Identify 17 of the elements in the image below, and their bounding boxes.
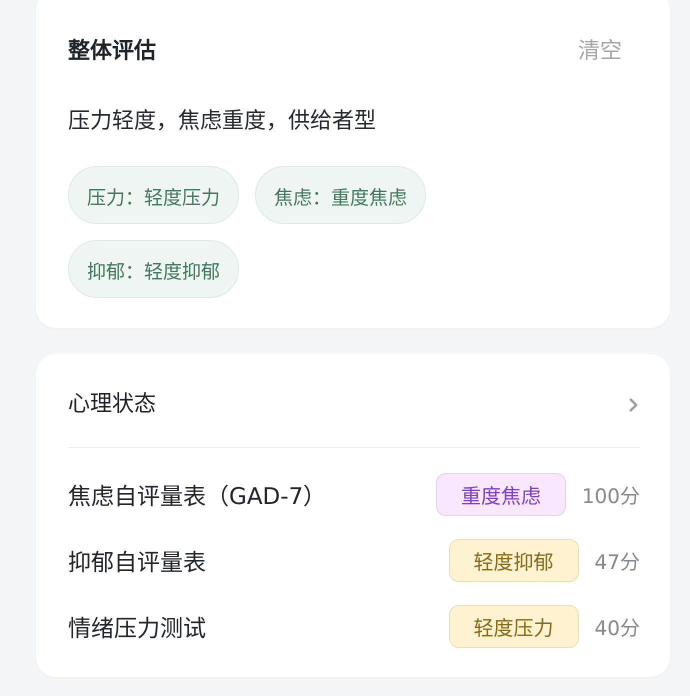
severity-badge: 重度焦虑 — [436, 472, 566, 516]
result-tag: 抑郁：轻度抑郁 — [68, 240, 239, 298]
score-text: 47分 — [594, 548, 640, 574]
severity-badge: 轻度抑郁 — [448, 538, 579, 582]
clear-button[interactable]: 清空 — [578, 37, 622, 67]
severity-badge: 轻度压力 — [448, 604, 579, 648]
scale-name: 情绪压力测试 — [68, 615, 207, 643]
scale-name: 抑郁自评量表 — [68, 549, 207, 577]
chevron-icon[interactable] — [629, 398, 638, 412]
summary-text: 压力轻度，焦虑重度，供给者型 — [68, 108, 376, 136]
result-tag: 压力：轻度压力 — [68, 166, 239, 224]
card-title: 整体评估 — [68, 38, 156, 66]
section-title: 心理状态 — [68, 391, 156, 419]
score-text: 100分 — [582, 482, 640, 508]
score-text: 40分 — [594, 614, 640, 640]
scale-name: 焦虑自评量表（GAD-7） — [68, 483, 328, 511]
result-tag: 焦虑：重度焦虑 — [255, 166, 426, 224]
